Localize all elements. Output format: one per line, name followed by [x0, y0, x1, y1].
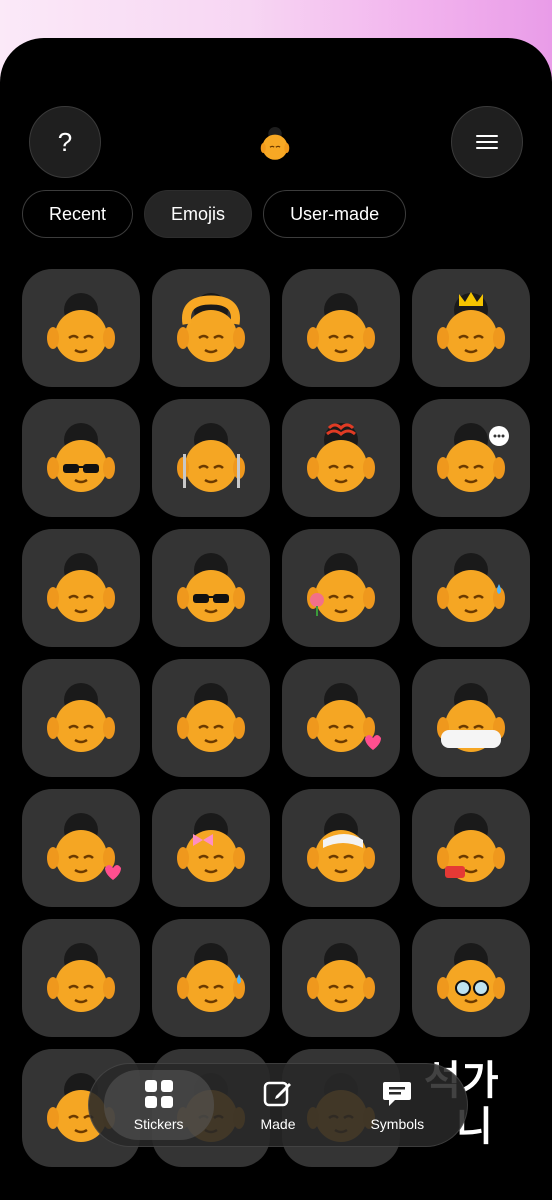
buddha-sticker-sos-crying[interactable]: [412, 789, 530, 907]
buddha-sticker-glasses-frown[interactable]: [412, 919, 530, 1037]
buddha-sticker-sunglasses-thinking-icon: [177, 553, 245, 622]
tabbar-label-made: Made: [260, 1116, 296, 1132]
tabbar-symbols[interactable]: Symbols: [342, 1078, 452, 1132]
buddha-sticker-hot-steam-pointing[interactable]: [282, 399, 400, 517]
tabbar-stickers[interactable]: Stickers: [103, 1070, 214, 1140]
buddha-sticker-sweat-drop-icon: [437, 553, 505, 622]
buddha-sticker-bandaged-head-icon: [307, 813, 375, 882]
buddha-sticker-bow-finger-lips[interactable]: [152, 789, 270, 907]
buddha-sticker-sunglasses-thinking[interactable]: [152, 529, 270, 647]
tabbar-label-stickers: Stickers: [133, 1116, 184, 1132]
bottom-tab-bar: Stickers Made Symbols: [88, 1063, 468, 1147]
tab-user-made[interactable]: User-made: [263, 190, 407, 238]
buddha-sticker-heart-hands-over-head-icon: [177, 293, 245, 362]
buddha-sticker-laughing-speech-bubble-icon: [437, 423, 509, 492]
buddha-sticker-hands-over-mouth-icon: [47, 553, 115, 622]
tabbar-label-symbols: Symbols: [370, 1116, 425, 1132]
buddha-sticker-holding-tulip[interactable]: [282, 529, 400, 647]
buddha-sticker-content-smile-icon: [47, 943, 115, 1012]
buddha-sticker-sunglasses-salute-icon: [47, 423, 115, 492]
buddha-sticker-sos-crying-icon: [437, 813, 505, 882]
buddha-sticker-fork-knife-tongue-icon: [177, 423, 245, 492]
buddha-sticker-hand-gesture-icon: [47, 293, 115, 362]
sticker-panel: ? Recent Emojis User-made 석가 니 Stickers …: [0, 38, 552, 1200]
buddha-sticker-crown-shushing[interactable]: [412, 269, 530, 387]
help-button[interactable]: ?: [29, 106, 101, 178]
chat-bubble-lines-icon: [383, 1082, 412, 1106]
buddha-sticker-kissing-hearts[interactable]: [22, 789, 140, 907]
buddha-sticker-hot-face-sweat-icon: [177, 943, 245, 1012]
buddha-sticker-crown-shushing-icon: [437, 292, 505, 362]
buddha-sticker-heart-hands-wink-icon: [307, 683, 381, 752]
buddha-sticker-sunglasses-salute[interactable]: [22, 399, 140, 517]
buddha-sticker-star-eyes-grin[interactable]: [282, 919, 400, 1037]
tab-emojis[interactable]: Emojis: [144, 190, 253, 238]
tab-recent[interactable]: Recent: [22, 190, 134, 238]
category-tabs: Recent Emojis User-made: [22, 190, 407, 238]
buddha-sticker-bow-finger-lips-icon: [177, 813, 245, 882]
buddha-sticker-kissing-hearts-icon: [47, 813, 121, 882]
buddha-sticker-pleading-praying-icon: [307, 293, 375, 362]
buddha-sticker-hot-steam-pointing-icon: [307, 423, 375, 492]
buddha-sticker-hands-over-mouth[interactable]: [22, 529, 140, 647]
buddha-sticker-bandaged-head[interactable]: [282, 789, 400, 907]
buddha-sticker-teary-hands-icon: [47, 683, 115, 752]
buddha-sticker-star-eyes-grin-icon: [307, 943, 375, 1012]
buddha-sticker-bathtub-icon: [437, 683, 505, 752]
buddha-sticker-holding-tulip-icon: [307, 553, 375, 622]
menu-button[interactable]: [451, 106, 523, 178]
buddha-emoji-icon: [260, 127, 290, 160]
hamburger-menu-icon: [476, 135, 498, 149]
buddha-sticker-hands-on-head-smiling-icon: [177, 683, 245, 752]
buddha-sticker-sweat-drop[interactable]: [412, 529, 530, 647]
buddha-sticker-laughing-speech-bubble[interactable]: [412, 399, 530, 517]
buddha-sticker-hands-on-head-smiling[interactable]: [152, 659, 270, 777]
help-label: ?: [57, 126, 73, 157]
buddha-sticker-heart-hands-over-head[interactable]: [152, 269, 270, 387]
buddha-sticker-teary-hands[interactable]: [22, 659, 140, 777]
edit-square-pencil-icon: [263, 1081, 291, 1107]
buddha-sticker-fork-knife-tongue[interactable]: [152, 399, 270, 517]
buddha-sticker-pleading-praying[interactable]: [282, 269, 400, 387]
buddha-sticker-hot-face-sweat[interactable]: [152, 919, 270, 1037]
buddha-sticker-heart-hands-wink[interactable]: [282, 659, 400, 777]
grid-four-squares-icon: [144, 1080, 173, 1108]
buddha-sticker-hand-gesture[interactable]: [22, 269, 140, 387]
buddha-sticker-glasses-frown-icon: [437, 943, 505, 1012]
buddha-sticker-bathtub[interactable]: [412, 659, 530, 777]
tabbar-made[interactable]: Made: [223, 1078, 333, 1132]
buddha-sticker-content-smile[interactable]: [22, 919, 140, 1037]
